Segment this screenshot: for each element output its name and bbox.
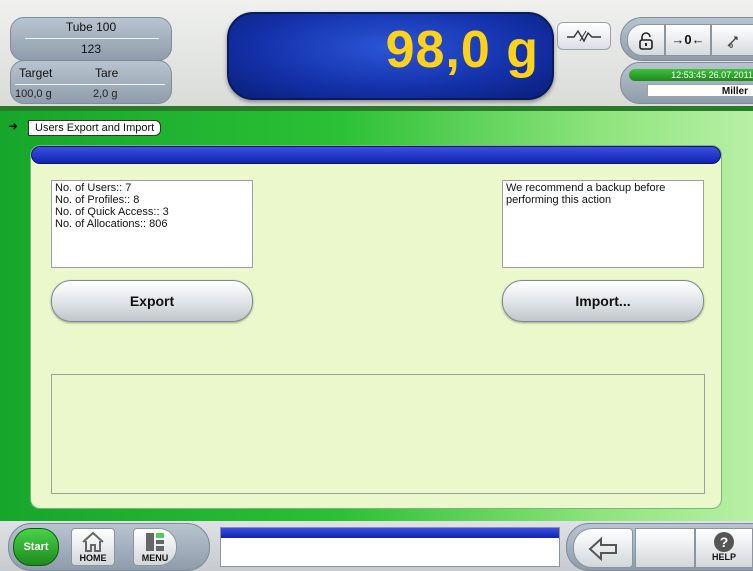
panel-header-bar <box>31 146 721 164</box>
back-button[interactable] <box>573 528 633 568</box>
help-label: HELP <box>711 552 736 562</box>
weight-value: 98,0 g <box>385 21 539 79</box>
stability-icon <box>566 27 602 44</box>
home-icon <box>72 529 114 553</box>
menu-icon <box>134 529 176 553</box>
home-button[interactable]: HOME <box>71 528 115 566</box>
target-tare-info: Target Tare 100,0 g 2,0 g <box>10 60 172 104</box>
stat-quick-access: No. of Quick Access:: 3 <box>55 206 169 218</box>
content-panel: No. of Users:: 7 No. of Profiles:: 8 No.… <box>30 145 722 509</box>
zero-button[interactable]: →0← <box>665 24 711 56</box>
menu-button[interactable]: MENU <box>133 528 177 566</box>
breadcrumb[interactable]: Users Export and Import <box>28 120 162 136</box>
stability-indicator <box>557 22 611 50</box>
advice-box: We recommend a backup before performing … <box>502 180 704 268</box>
breadcrumb-arrow-icon: ➜ <box>8 119 19 133</box>
help-icon: ? <box>714 532 734 552</box>
stat-profiles: No. of Profiles:: 8 <box>55 194 140 206</box>
divider <box>15 84 165 85</box>
target-value: 100,0 g <box>15 88 52 100</box>
main-area: ➜ Users Export and Import No. of Users::… <box>0 111 753 521</box>
tube-title: Tube 100 <box>65 20 117 34</box>
lock-icon <box>639 31 653 50</box>
weight-display: 98,0 g <box>227 12 554 100</box>
tare-label: Tare <box>95 66 119 80</box>
lock-button[interactable] <box>627 24 665 56</box>
log-area <box>51 374 705 494</box>
start-button[interactable]: Start <box>13 528 59 566</box>
blank-button[interactable] <box>635 528 695 568</box>
session-info: 12:53:45 26.07.2011 Miller <box>620 62 753 104</box>
tube-info: Tube 100 123 <box>10 17 172 61</box>
statistics-box: No. of Users:: 7 No. of Profiles:: 8 No.… <box>51 180 253 268</box>
footer-nav-right: ? HELP <box>566 523 753 571</box>
footer-nav-left: Start HOME MENU <box>8 523 210 571</box>
home-label: HOME <box>79 553 107 563</box>
tare-icon: 0 <box>727 35 738 50</box>
tube-number: 123 <box>80 42 102 56</box>
tare-button[interactable]: 0 <box>711 24 753 56</box>
svg-text:0: 0 <box>729 43 733 50</box>
message-bar-header <box>221 528 559 538</box>
message-bar <box>220 527 560 567</box>
footer: Start HOME MENU ? HELP <box>0 521 753 571</box>
tare-value: 2,0 g <box>93 88 118 100</box>
export-button[interactable]: Export <box>51 280 253 322</box>
scale-controls: →0← 0 <box>620 17 753 61</box>
header: Tube 100 123 Target Tare 100,0 g 2,0 g 9… <box>0 0 753 108</box>
stat-allocations: No. of Allocations:: 806 <box>55 218 168 230</box>
datetime: 12:53:45 26.07.2011 <box>629 69 753 81</box>
help-button[interactable]: ? HELP <box>695 528 753 568</box>
target-label: Target <box>19 66 53 80</box>
current-user: Miller <box>647 84 753 97</box>
back-arrow-icon <box>588 536 617 561</box>
menu-label: MENU <box>141 553 169 563</box>
import-button[interactable]: Import... <box>502 280 704 322</box>
divider <box>25 38 159 39</box>
stat-users: No. of Users:: 7 <box>55 182 132 194</box>
